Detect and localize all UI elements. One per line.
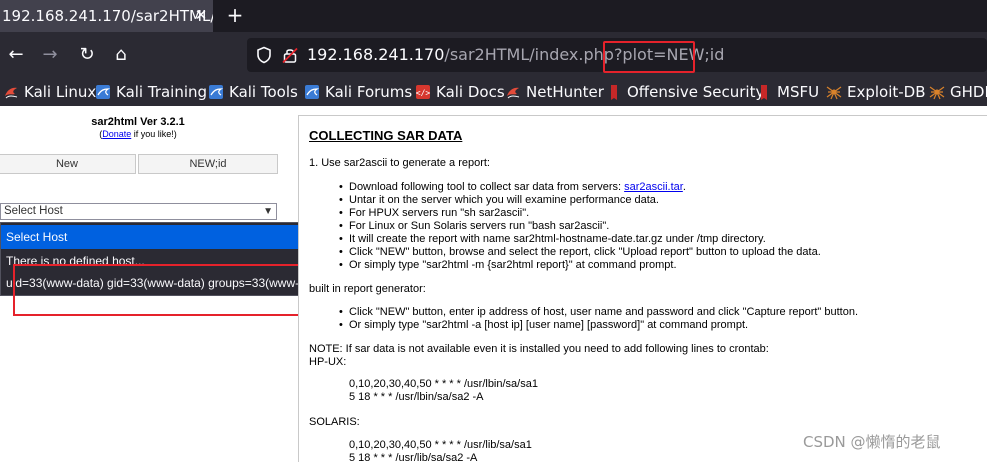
kali-tools-icon xyxy=(209,85,224,99)
offsec-icon xyxy=(611,85,617,100)
donate-link[interactable]: Donate xyxy=(102,129,131,139)
svg-text:</>: </> xyxy=(416,89,431,98)
bookmark-label: Kali Tools xyxy=(229,83,298,101)
donate-text: (Donate if you like!) xyxy=(0,129,276,139)
tab-bar: 192.168.241.170/sar2HTML/ind ✕ + xyxy=(0,0,987,32)
bookmark-label: Offensive Security xyxy=(627,83,765,101)
list-item: For Linux or Sun Solaris servers run "ba… xyxy=(339,220,609,233)
url-host: 192.168.241.170 xyxy=(307,45,445,64)
solaris-heading: SOLARIS: xyxy=(309,416,360,428)
donate-post: if you like!) xyxy=(131,129,177,139)
host-select[interactable]: Select Host ▼ xyxy=(0,203,277,220)
right-frame: COLLECTING SAR DATA 1. Use sar2ascii to … xyxy=(298,115,987,462)
ghdb-icon xyxy=(929,86,945,100)
solaris-line: 0,10,20,30,40,50 * * * * /usr/lib/sa/sa1 xyxy=(349,439,532,451)
bookmark-ghdb[interactable]: GHDB xyxy=(929,78,987,106)
browser-tab[interactable]: 192.168.241.170/sar2HTML/ind xyxy=(0,0,213,32)
sar2ascii-link[interactable]: sar2ascii.tar xyxy=(624,181,683,193)
exploit-db-icon xyxy=(826,86,842,100)
bookmark-kali-docs[interactable]: </> Kali Docs xyxy=(415,78,505,106)
list-item: Or simply type "sar2html -m {sar2html re… xyxy=(339,259,677,272)
insecure-lock-icon[interactable] xyxy=(281,46,299,64)
new-tab-button[interactable]: + xyxy=(225,0,245,30)
kali-dragon-icon xyxy=(5,87,18,99)
bookmark-label: Kali Training xyxy=(116,83,208,101)
list-item: For HPUX servers run "sh sar2ascii". xyxy=(339,207,529,220)
bookmark-kali-tools[interactable]: Kali Tools xyxy=(208,78,298,106)
bookmark-exploit-db[interactable]: Exploit-DB xyxy=(826,78,926,106)
list-item: It will create the report with name sar2… xyxy=(339,233,766,246)
tab-title: 192.168.241.170/sar2HTML/ind xyxy=(2,7,213,25)
bookmarks-bar: Kali Linux Kali Training Kali Tools Kali… xyxy=(0,78,987,106)
list-item: Or simply type "sar2html -a [host ip] [u… xyxy=(339,319,748,332)
bookmark-label: Kali Forums xyxy=(325,83,413,101)
list-item: Click "NEW" button, browse and select th… xyxy=(339,246,821,259)
bookmark-kali-forums[interactable]: Kali Forums xyxy=(304,78,412,106)
new-button[interactable]: New xyxy=(0,154,136,174)
list-item-text: Download following tool to collect sar d… xyxy=(349,181,625,193)
hpux-line: 0,10,20,30,40,50 * * * * /usr/lbin/sa/sa… xyxy=(349,378,538,390)
crontab-note: NOTE: If sar data is not available even … xyxy=(309,343,769,355)
step-1: 1. Use sar2ascii to generate a report: xyxy=(309,157,490,169)
link-suffix: . xyxy=(682,181,686,193)
solaris-line: 5 18 * * * /usr/lib/sa/sa2 -A xyxy=(349,452,478,462)
kali-docs-icon: </> xyxy=(416,85,431,99)
list-item: Click "NEW" button, enter ip address of … xyxy=(339,306,858,319)
step-2: built in report generator: xyxy=(309,283,426,295)
dropdown-option-select-host[interactable]: Select Host xyxy=(1,225,343,249)
shield-icon[interactable] xyxy=(255,46,273,64)
bookmark-nethunter[interactable]: NetHunter xyxy=(505,78,604,106)
nethunter-icon xyxy=(507,87,520,99)
back-button[interactable]: ← xyxy=(3,42,29,68)
bookmark-label: MSFU xyxy=(777,83,820,101)
list-item: Untar it on the server which you will ex… xyxy=(339,194,659,207)
bookmark-label: NetHunter xyxy=(526,83,604,101)
msfu-icon xyxy=(761,85,767,100)
kali-training-icon xyxy=(96,85,111,99)
bookmark-label: Kali Docs xyxy=(436,83,505,101)
kali-forums-icon xyxy=(305,85,320,99)
list-item: Download following tool to collect sar d… xyxy=(339,181,686,194)
bookmark-kali-linux[interactable]: Kali Linux xyxy=(3,78,96,106)
hpux-line: 5 18 * * * /usr/lbin/sa/sa2 -A xyxy=(349,391,484,403)
bookmark-label: GHDB xyxy=(950,83,987,101)
hpux-heading: HP-UX: xyxy=(309,356,347,368)
new-id-button[interactable]: NEW;id xyxy=(138,154,278,174)
chevron-down-icon: ▼ xyxy=(263,206,273,217)
reload-button[interactable]: ↻ xyxy=(74,42,100,68)
home-button[interactable]: ⌂ xyxy=(108,42,134,68)
page-title: COLLECTING SAR DATA xyxy=(309,128,463,143)
tab-close-icon[interactable]: ✕ xyxy=(191,0,211,30)
bookmark-label: Kali Linux xyxy=(24,83,97,101)
navigation-bar: ← → ↻ ⌂ 192.168.241.170/sar2HTML/index.p… xyxy=(0,32,987,78)
host-select-value: Select Host xyxy=(4,205,63,217)
url-param-highlight xyxy=(603,41,695,73)
bookmark-kali-training[interactable]: Kali Training xyxy=(95,78,207,106)
bookmark-label: Exploit-DB xyxy=(847,83,926,101)
csdn-watermark: CSDN @懒惰的老鼠 xyxy=(803,433,941,451)
bookmark-offensive-security[interactable]: Offensive Security xyxy=(606,78,764,106)
version-title: sar2html Ver 3.2.1 xyxy=(91,116,185,128)
bookmark-msfu[interactable]: MSFU xyxy=(756,78,819,106)
forward-button[interactable]: → xyxy=(37,42,63,68)
